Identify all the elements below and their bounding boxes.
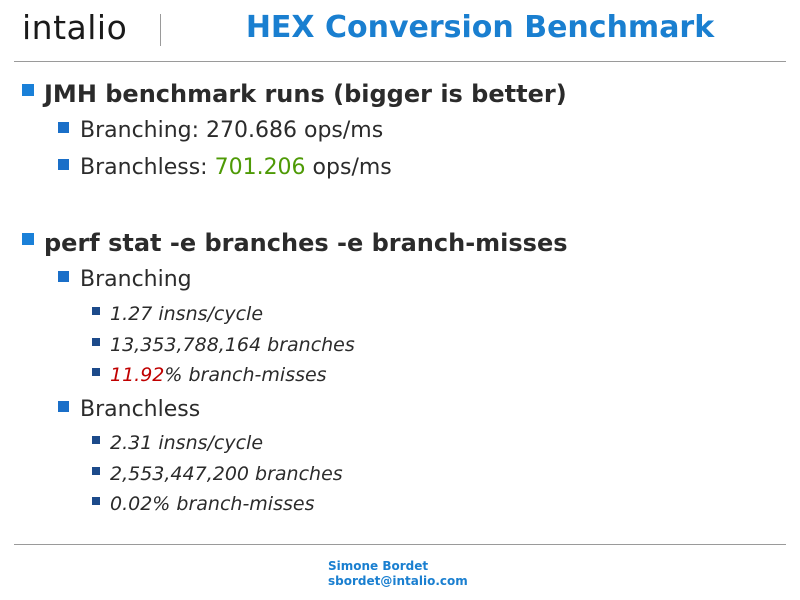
footer-email: sbordet@intalio.com [328, 574, 468, 588]
square-bullet-icon [58, 121, 69, 133]
perf-branching-item: Branching [58, 266, 192, 294]
perf-branchless-insns-text: 2.31 insns/cycle [110, 432, 264, 454]
jmh-heading: JMH benchmark runs (bigger is better) [44, 80, 567, 108]
perf-branching-insns-text: 1.27 insns/cycle [110, 303, 264, 325]
header-divider [14, 61, 786, 62]
footer-author: Simone Bordet [328, 559, 429, 573]
square-bullet-icon [22, 84, 34, 96]
perf-heading: perf stat -e branches -e branch-misses [44, 229, 568, 257]
perf-branchless-branches-text: 2,553,447,200 branches [110, 463, 343, 485]
jmh-branchless-prefix: Branchless: [80, 155, 215, 180]
perf-branchless-insns: 2.31 insns/cycle [92, 431, 263, 455]
jmh-heading-item: JMH benchmark runs (bigger is better) [22, 79, 567, 109]
square-bullet-icon [58, 270, 69, 282]
perf-branchless-label: Branchless [80, 397, 201, 422]
square-bullet-icon [92, 466, 100, 475]
jmh-branching-item: Branching: 270.686 ops/ms [58, 117, 383, 145]
intalio-logo: intalio [22, 8, 128, 47]
perf-branching-label: Branching [80, 267, 192, 292]
jmh-branchless-unit: ops/ms [305, 155, 392, 180]
perf-branching-branches-text: 13,353,788,164 branches [110, 334, 355, 356]
perf-branchless-misses: 0.02% branch-misses [92, 492, 314, 516]
perf-branchless-item: Branchless [58, 396, 200, 424]
square-bullet-icon [92, 435, 100, 444]
square-bullet-icon [92, 367, 100, 376]
perf-branching-insns: 1.27 insns/cycle [92, 302, 263, 326]
jmh-branchless-value: 701.206 [214, 155, 306, 180]
perf-branchless-misses-text: 0.02% branch-misses [110, 493, 315, 515]
perf-branching-branches: 13,353,788,164 branches [92, 333, 355, 357]
jmh-branching-unit: ops/ms [297, 118, 384, 143]
jmh-branching-prefix: Branching: [80, 118, 207, 143]
footer: Simone Bordet sbordet@intalio.com [328, 559, 468, 589]
square-bullet-icon [58, 158, 69, 170]
jmh-branching-value: 270.686 [206, 118, 298, 143]
perf-branching-misses: 11.92% branch-misses [92, 363, 327, 387]
perf-branching-misses-value: 11.92 [110, 364, 165, 386]
square-bullet-icon [22, 233, 34, 245]
square-bullet-icon [58, 400, 69, 412]
jmh-branchless-item: Branchless: 701.206 ops/ms [58, 154, 392, 182]
perf-branching-misses-suffix: % branch-misses [164, 364, 327, 386]
footer-divider [14, 544, 786, 545]
square-bullet-icon [92, 306, 100, 315]
square-bullet-icon [92, 496, 100, 505]
slide-title: HEX Conversion Benchmark [245, 10, 715, 45]
perf-branchless-branches: 2,553,447,200 branches [92, 462, 343, 486]
perf-heading-item: perf stat -e branches -e branch-misses [22, 228, 568, 258]
square-bullet-icon [92, 337, 100, 346]
